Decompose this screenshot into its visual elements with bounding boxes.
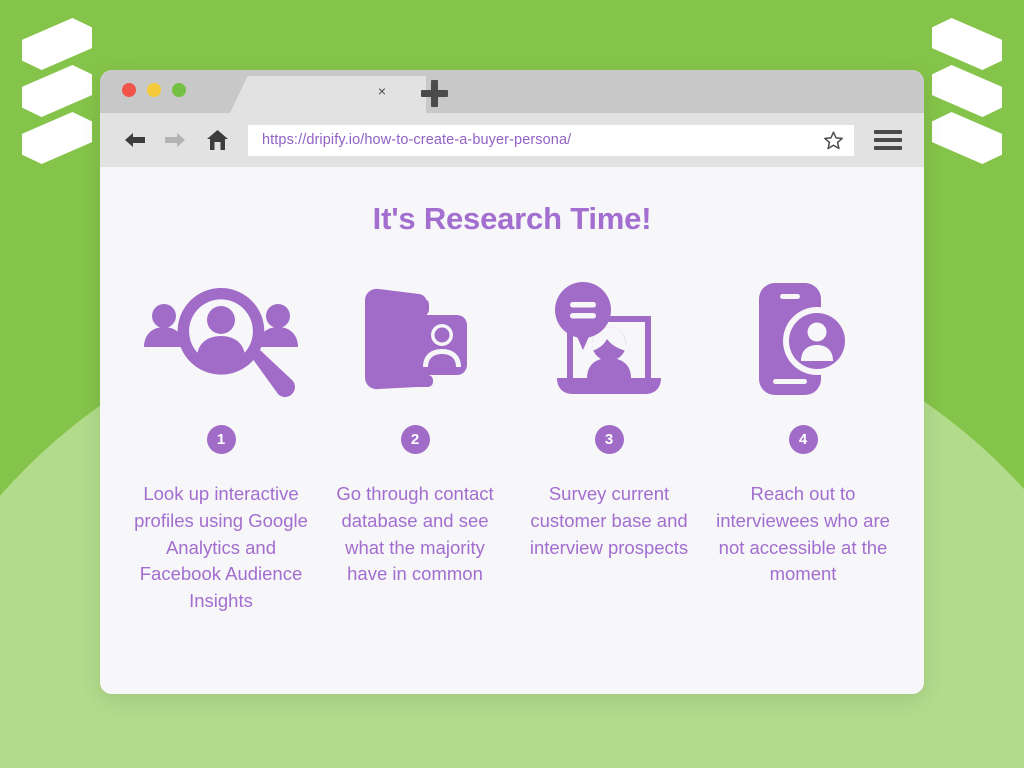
leaf-blade (22, 112, 92, 164)
step-description: Look up interactive profiles using Googl… (134, 483, 308, 612)
window-controls (122, 83, 186, 97)
people-search-icon (144, 288, 298, 397)
left-leaf-decoration (22, 18, 92, 164)
minimize-window-button[interactable] (147, 83, 161, 97)
steps-row: 1 Look up interactive profiles using Goo… (124, 277, 900, 615)
browser-menu-button[interactable] (874, 127, 902, 153)
leaf-blade (22, 65, 92, 117)
maximize-window-button[interactable] (172, 83, 186, 97)
step-item: 1 Look up interactive profiles using Goo… (124, 277, 318, 615)
back-button[interactable] (118, 123, 152, 157)
leaf-blade (932, 112, 1002, 164)
step-item: 3 Survey current customer base and inter… (512, 277, 706, 561)
close-tab-icon[interactable]: × (374, 83, 390, 99)
page-title: It's Research Time! (372, 201, 652, 236)
hamburger-menu-icon (874, 138, 902, 142)
forward-button[interactable] (158, 123, 192, 157)
hamburger-menu-icon (874, 130, 902, 134)
arrow-right-icon (165, 133, 185, 147)
leaf-blade (932, 18, 1002, 70)
mobile-contact-icon (759, 283, 851, 395)
url-input[interactable]: https://dripify.io/how-to-create-a-buyer… (262, 132, 822, 148)
step-number-badge: 2 (400, 425, 430, 454)
browser-window: × https://dripify.io/how-to-create-a-buy… (100, 70, 924, 694)
new-tab-button[interactable] (418, 77, 452, 111)
step-icon-container (357, 277, 473, 401)
step-icon-container (142, 277, 300, 401)
leaf-blade (932, 65, 1002, 117)
web-page-content: It's Research Time! 1 Look up interactiv… (100, 167, 924, 694)
step-icon-container (545, 277, 673, 401)
home-icon (206, 129, 228, 150)
step-item: 2 Go through contact database and see wh… (318, 277, 512, 588)
home-button[interactable] (200, 123, 234, 157)
browser-tab[interactable] (230, 76, 426, 113)
step-number-badge: 3 (594, 425, 624, 454)
step-description: Go through contact database and see what… (336, 483, 494, 585)
leaf-blade (22, 18, 92, 70)
step-item: 4 Reach out to interviewees who are not … (706, 277, 900, 588)
hamburger-menu-icon (874, 146, 902, 150)
address-bar[interactable]: https://dripify.io/how-to-create-a-buyer… (248, 124, 854, 156)
browser-nav-bar: https://dripify.io/how-to-create-a-buyer… (100, 113, 924, 167)
step-icon-container (755, 277, 851, 401)
browser-tab-strip: × (100, 70, 924, 113)
step-description: Survey current customer base and intervi… (529, 483, 689, 558)
right-leaf-decoration (932, 18, 1002, 164)
arrow-left-icon (125, 133, 145, 147)
step-number-badge: 4 (788, 425, 818, 454)
video-interview-icon (555, 282, 661, 394)
contact-database-icon (365, 288, 467, 390)
star-icon (823, 130, 843, 149)
step-description: Reach out to interviewees who are not ac… (716, 483, 890, 585)
close-window-button[interactable] (122, 83, 136, 97)
step-number-badge: 1 (206, 425, 236, 454)
bookmark-button[interactable] (822, 129, 844, 151)
